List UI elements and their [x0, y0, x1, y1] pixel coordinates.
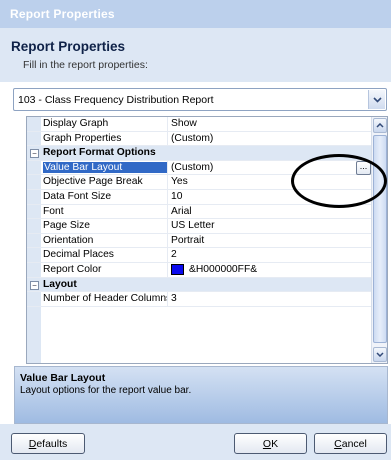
- property-name: Display Graph: [43, 118, 109, 129]
- ok-button-label: K: [271, 437, 279, 450]
- property-value-text: Yes: [171, 176, 188, 188]
- property-grid-rows: Display Graph Show Graph Properties (Custom…: [27, 117, 372, 307]
- dialog-header: Report Properties Fill in the report pro…: [0, 28, 391, 82]
- property-row[interactable]: Font Arial: [27, 204, 372, 220]
- property-row[interactable]: Graph Properties (Custom): [27, 131, 372, 147]
- property-row[interactable]: Number of Header Columns 3: [27, 292, 372, 307]
- property-value-text: 10: [171, 190, 183, 202]
- column-divider: [167, 248, 168, 262]
- property-name: Decimal Places: [43, 249, 114, 261]
- property-value[interactable]: &H000000FF&: [171, 263, 371, 275]
- defaults-button[interactable]: Defaults: [11, 433, 85, 454]
- column-divider: [167, 233, 168, 248]
- column-divider: [167, 160, 168, 175]
- property-value-text: 3: [171, 293, 177, 305]
- report-select[interactable]: 103 - Class Frequency Distribution Repor…: [13, 88, 387, 111]
- property-value[interactable]: 3: [171, 293, 371, 304]
- chevron-down-icon[interactable]: [368, 90, 385, 109]
- dialog-title: Report Properties: [11, 39, 126, 54]
- report-properties-window: Report Properties Report Properties Fill…: [0, 0, 391, 460]
- property-row[interactable]: Value Bar Layout (Custom)...: [27, 160, 372, 176]
- property-value[interactable]: 10: [171, 191, 371, 202]
- property-value-text: Arial: [171, 205, 192, 217]
- property-name: Report Color: [43, 263, 102, 275]
- property-row[interactable]: Display Graph Show: [27, 117, 372, 132]
- description-panel: Value Bar Layout Layout options for the …: [14, 366, 388, 424]
- property-row[interactable]: Objective Page Break Yes: [27, 175, 372, 190]
- property-name: Graph Properties: [43, 132, 122, 144]
- ellipsis-button[interactable]: ...: [356, 160, 371, 175]
- property-row[interactable]: Decimal Places 2: [27, 248, 372, 263]
- column-divider: [167, 219, 168, 233]
- chevron-up-icon[interactable]: [373, 118, 387, 133]
- column-divider: [167, 262, 168, 277]
- property-value-text: (Custom): [171, 161, 214, 173]
- cancel-button-mnemonic: C: [334, 437, 342, 450]
- property-row[interactable]: Report Color &H000000FF&: [27, 262, 372, 278]
- ok-button[interactable]: OK: [234, 433, 307, 454]
- property-value[interactable]: Portrait: [171, 235, 371, 246]
- column-divider: [167, 204, 168, 219]
- report-select-value: 103 - Class Frequency Distribution Repor…: [18, 94, 214, 106]
- property-name: Font: [43, 205, 64, 217]
- color-swatch: [171, 263, 184, 275]
- property-value-text: Show: [171, 118, 197, 129]
- property-value[interactable]: (Custom): [171, 162, 371, 173]
- dialog-footer: Defaults OK Cancel: [0, 424, 391, 460]
- property-value-text: Portrait: [171, 234, 205, 246]
- property-value[interactable]: Arial: [171, 206, 371, 217]
- property-value[interactable]: Show: [171, 118, 371, 129]
- column-divider: [167, 292, 168, 306]
- collapse-icon[interactable]: −: [30, 280, 39, 290]
- title-bar: Report Properties: [0, 0, 391, 28]
- property-name: Orientation: [43, 234, 94, 246]
- property-row[interactable]: Orientation Portrait: [27, 233, 372, 249]
- property-category-label: Report Format Options: [43, 147, 156, 159]
- property-value[interactable]: US Letter: [171, 220, 371, 231]
- property-category-label: Layout: [43, 278, 77, 290]
- property-row[interactable]: Data Font Size 10: [27, 189, 372, 205]
- dialog-subtitle: Fill in the report properties:: [23, 59, 148, 71]
- window-title: Report Properties: [10, 7, 115, 21]
- property-name: Value Bar Layout: [43, 161, 167, 173]
- cancel-button-label: ancel: [341, 437, 367, 450]
- property-name: Number of Header Columns: [43, 293, 167, 305]
- property-category[interactable]: − Layout: [27, 277, 372, 293]
- column-divider: [167, 117, 168, 131]
- property-name: Objective Page Break: [43, 176, 143, 188]
- cancel-button[interactable]: Cancel: [314, 433, 387, 454]
- defaults-button-label: efaults: [36, 437, 68, 450]
- defaults-button-mnemonic: D: [28, 437, 37, 450]
- property-value[interactable]: (Custom): [171, 133, 371, 144]
- collapse-icon[interactable]: −: [30, 149, 39, 159]
- property-value[interactable]: 2: [171, 249, 371, 260]
- column-divider: [167, 131, 168, 146]
- property-value[interactable]: Yes: [171, 176, 371, 187]
- property-grid: Display Graph Show Graph Properties (Custom…: [26, 116, 388, 364]
- chevron-down-icon[interactable]: [373, 347, 387, 362]
- column-divider: [167, 175, 168, 189]
- property-grid-scrollbar[interactable]: [371, 117, 387, 363]
- property-value-text: (Custom): [171, 132, 214, 144]
- property-category[interactable]: − Report Format Options: [27, 146, 372, 161]
- ok-button-mnemonic: O: [262, 437, 272, 450]
- description-text: Layout options for the report value bar.: [20, 385, 192, 396]
- property-name: Page Size: [43, 220, 90, 232]
- property-value-text: US Letter: [171, 220, 215, 232]
- property-name: Data Font Size: [43, 190, 112, 202]
- scrollbar-thumb[interactable]: [373, 135, 387, 343]
- description-title: Value Bar Layout: [20, 372, 106, 384]
- column-divider: [167, 189, 168, 204]
- property-row[interactable]: Page Size US Letter: [27, 219, 372, 234]
- property-value-text: 2: [171, 249, 177, 261]
- property-value-text: &H000000FF&: [189, 263, 258, 275]
